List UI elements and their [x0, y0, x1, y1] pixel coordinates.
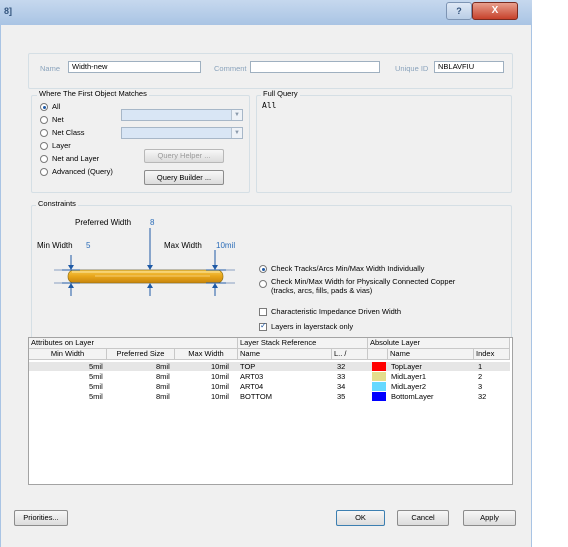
- impedance-driven-label: Characteristic Impedance Driven Width: [271, 307, 402, 316]
- name-input[interactable]: Width-new: [68, 61, 201, 73]
- preferred-width-label: Preferred Width: [75, 218, 132, 227]
- group-header-stack: Layer Stack Reference: [238, 338, 368, 349]
- radio-check-connected-label: Check Min/Max Width for Physically Conne…: [271, 277, 456, 286]
- cell-index: 1: [478, 362, 483, 371]
- apply-button[interactable]: Apply: [463, 510, 516, 526]
- cell-abs-name: MidLayer1: [391, 372, 427, 381]
- help-button[interactable]: ?: [446, 2, 472, 20]
- cell-pref[interactable]: 8mil: [156, 372, 170, 381]
- full-query-title: Full Query: [261, 89, 300, 98]
- group-header-absolute: Absolute Layer: [368, 338, 510, 349]
- cell-min[interactable]: 5mil: [89, 382, 103, 391]
- radio-all-label: All: [52, 102, 61, 111]
- layerstack-only-checkbox[interactable]: [259, 321, 267, 331]
- radio-net-class-label: Net Class: [52, 128, 85, 137]
- radio-all[interactable]: [40, 103, 48, 111]
- close-button[interactable]: X: [472, 2, 518, 20]
- radio-net-and-layer[interactable]: [40, 155, 48, 163]
- full-query-group: [256, 95, 512, 193]
- net-class-combo[interactable]: ▼: [121, 127, 243, 139]
- cell-name[interactable]: BOTTOM: [240, 392, 272, 401]
- radio-layer-label: Layer: [52, 141, 71, 150]
- cell-layer: 34: [337, 382, 346, 391]
- radio-check-individually-label: Check Tracks/Arcs Min/Max Width Individu…: [271, 264, 425, 273]
- constraints-title: Constraints: [36, 199, 78, 208]
- query-builder-button[interactable]: Query Builder ...: [144, 170, 224, 185]
- radio-net-and-layer-label: Net and Layer: [52, 154, 100, 163]
- cell-index: 2: [478, 372, 483, 381]
- name-label: Name: [40, 64, 61, 73]
- radio-net[interactable]: [40, 116, 48, 124]
- radio-advanced-query-label: Advanced (Query): [52, 167, 113, 176]
- cell-abs-name: TopLayer: [391, 362, 422, 371]
- cell-abs-name: MidLayer2: [391, 382, 427, 391]
- radio-net-label: Net: [52, 115, 64, 124]
- cancel-button[interactable]: Cancel: [397, 510, 449, 526]
- match-group-title: Where The First Object Matches: [37, 89, 149, 98]
- cell-pref[interactable]: 8mil: [156, 362, 170, 371]
- col-layer[interactable]: L.. /: [332, 349, 368, 360]
- cell-pref[interactable]: 8mil: [156, 392, 170, 401]
- app-icon: 8]: [4, 6, 13, 16]
- cell-name[interactable]: ART03: [240, 372, 263, 381]
- priorities-button[interactable]: Priorities...: [14, 510, 68, 526]
- col-max-width[interactable]: Max Width: [175, 349, 238, 360]
- cell-min[interactable]: 5mil: [89, 362, 103, 371]
- cell-max[interactable]: 10mil: [211, 372, 229, 381]
- comment-input[interactable]: [250, 61, 380, 73]
- radio-advanced-query[interactable]: [40, 168, 48, 176]
- cell-layer: 33: [337, 372, 346, 381]
- radio-net-class[interactable]: [40, 129, 48, 137]
- cell-min[interactable]: 5mil: [89, 392, 103, 401]
- radio-check-connected-sublabel: (tracks, arcs, fills, pads & vias): [271, 286, 373, 295]
- cell-layer: 32: [337, 362, 346, 371]
- cell-max[interactable]: 10mil: [211, 392, 229, 401]
- full-query-text[interactable]: All: [262, 101, 276, 110]
- col-swatch: [368, 349, 388, 360]
- radio-check-individually[interactable]: [259, 265, 267, 273]
- cell-index: 3: [478, 382, 483, 391]
- layer-color-swatch: [372, 372, 386, 381]
- cell-name[interactable]: ART04: [240, 382, 263, 391]
- layer-color-swatch: [372, 362, 386, 371]
- col-name[interactable]: Name: [238, 349, 332, 360]
- unique-id-input[interactable]: NBLAVFIU: [434, 61, 504, 73]
- ok-button[interactable]: OK: [336, 510, 385, 526]
- cell-max[interactable]: 10mil: [211, 362, 229, 371]
- col-abs-name[interactable]: Name: [388, 349, 474, 360]
- preferred-width-value[interactable]: 8: [150, 218, 154, 227]
- layer-color-swatch: [372, 382, 386, 391]
- cell-index: 32: [478, 392, 487, 401]
- cell-max[interactable]: 10mil: [211, 382, 229, 391]
- net-combo[interactable]: ▼: [121, 109, 243, 121]
- col-index[interactable]: Index: [474, 349, 510, 360]
- radio-check-connected[interactable]: [259, 280, 267, 288]
- chevron-down-icon: ▼: [231, 128, 242, 138]
- cell-abs-name: BottomLayer: [391, 392, 434, 401]
- layerstack-only-label: Layers in layerstack only: [271, 322, 354, 331]
- query-helper-button[interactable]: Query Helper ...: [144, 149, 224, 163]
- col-min-width[interactable]: Min Width: [29, 349, 107, 360]
- comment-label: Comment: [214, 64, 247, 73]
- radio-layer[interactable]: [40, 142, 48, 150]
- track-width-diagram: [54, 228, 235, 296]
- chevron-down-icon: ▼: [231, 110, 242, 120]
- col-preferred-size[interactable]: Preferred Size: [107, 349, 175, 360]
- layer-color-swatch: [372, 392, 386, 401]
- unique-id-label: Unique ID: [395, 64, 429, 73]
- group-header-attributes: Attributes on Layer: [29, 338, 238, 349]
- cell-pref[interactable]: 8mil: [156, 382, 170, 391]
- cell-name[interactable]: TOP: [240, 362, 255, 371]
- cell-layer: 35: [337, 392, 346, 401]
- cell-min[interactable]: 5mil: [89, 372, 103, 381]
- impedance-driven-checkbox[interactable]: [259, 308, 267, 316]
